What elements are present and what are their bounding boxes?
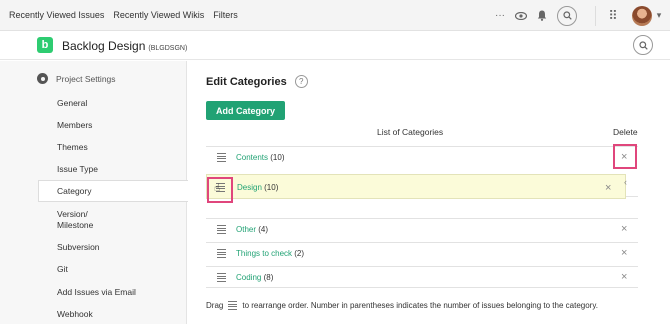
search-icon[interactable]	[557, 5, 577, 26]
category-count: (10)	[270, 153, 285, 162]
drag-handle-icon[interactable]	[217, 225, 226, 234]
sidebar-title: Project Settings	[37, 73, 116, 84]
settings-sidebar: Project Settings General Members Themes …	[0, 61, 188, 324]
sidebar-item-issue-type[interactable]: Issue Type	[57, 164, 98, 175]
hand-cursor-icon: ☝	[214, 183, 221, 194]
sidebar-item-general[interactable]: General	[57, 98, 87, 109]
delete-icon[interactable]: ×	[605, 182, 611, 194]
project-header: b Backlog Design (BLGDSGN)	[0, 31, 670, 60]
footer-text-post: to rearrange order. Number in parenthese…	[242, 301, 598, 310]
header-divider	[595, 5, 596, 26]
category-row: Other (4) ×	[206, 218, 638, 240]
delete-icon[interactable]: ×	[621, 247, 627, 259]
highlight-delete-box	[613, 144, 637, 169]
category-row: Coding (8) ×	[206, 266, 638, 288]
page-title: Edit Categories ?	[206, 75, 308, 88]
sidebar-item-themes[interactable]: Themes	[57, 142, 88, 153]
category-name[interactable]: Other	[236, 225, 256, 234]
delete-icon[interactable]: ×	[621, 223, 627, 235]
column-header-delete: Delete	[613, 127, 638, 137]
delete-icon[interactable]: ×	[621, 271, 627, 283]
sidebar-item-subversion[interactable]: Subversion	[57, 242, 100, 253]
sidebar-item-webhook[interactable]: Webhook	[57, 309, 93, 320]
global-header: Recently Viewed Issues Recently Viewed W…	[0, 0, 670, 31]
category-row: Things to check (2) ×	[206, 242, 638, 264]
sidebar-title-label: Project Settings	[56, 73, 116, 84]
page-title-text: Edit Categories	[206, 75, 287, 88]
sidebar-item-git[interactable]: Git	[57, 264, 68, 275]
sidebar-item-add-issues-via-email[interactable]: Add Issues via Email	[57, 287, 136, 298]
global-nav: Recently Viewed Issues Recently Viewed W…	[9, 10, 238, 20]
project-title: Backlog Design	[62, 39, 146, 53]
project-name[interactable]: Backlog Design (BLGDSGN)	[62, 39, 187, 53]
header-icons: ··· ⠿ ▾	[491, 0, 670, 31]
drop-placeholder-row	[206, 196, 638, 218]
category-name[interactable]: Contents	[236, 153, 268, 162]
apps-icon[interactable]: ⠿	[606, 8, 620, 24]
column-header-categories: List of Categories	[377, 127, 444, 137]
footer-text-pre: Drag	[206, 301, 224, 310]
category-label: Coding (8)	[236, 273, 273, 282]
avatar[interactable]	[632, 5, 652, 26]
bell-icon[interactable]	[533, 10, 551, 21]
sidebar-item-members[interactable]: Members	[57, 120, 92, 131]
dragging-category-row[interactable]: Design (10) ×	[206, 174, 626, 199]
category-count: (8)	[263, 273, 274, 282]
category-row: Contents (10) ×	[206, 146, 638, 168]
drag-handle-icon[interactable]	[217, 249, 226, 258]
drag-handle-icon	[228, 301, 238, 310]
category-label: Contents (10)	[236, 153, 285, 162]
category-label: Things to check (2)	[236, 249, 304, 258]
project-key: (BLGDSGN)	[148, 45, 188, 52]
category-name[interactable]: Things to check	[236, 249, 292, 258]
eye-icon[interactable]	[512, 11, 530, 20]
sidebar-item-version[interactable]: Version/	[57, 209, 88, 220]
drag-handle-icon[interactable]	[217, 273, 226, 282]
add-category-button[interactable]: Add Category	[206, 101, 285, 120]
project-search-icon[interactable]	[633, 35, 653, 55]
gear-icon	[37, 73, 48, 84]
nav-filters[interactable]: Filters	[213, 10, 238, 20]
category-name[interactable]: Coding	[236, 273, 261, 282]
help-icon[interactable]: ?	[294, 75, 308, 88]
category-count: (2)	[294, 249, 305, 258]
category-label: Other (4)	[236, 225, 268, 234]
more-icon[interactable]: ···	[491, 10, 509, 21]
sidebar-item-category[interactable]: Category	[57, 186, 92, 197]
nav-recently-viewed-issues[interactable]: Recently Viewed Issues	[9, 10, 104, 20]
category-count: (4)	[258, 225, 269, 234]
chevron-left-icon: ‹	[624, 177, 627, 187]
project-logo[interactable]: b	[37, 37, 53, 53]
drag-handle-icon[interactable]	[217, 153, 226, 162]
nav-recently-viewed-wikis[interactable]: Recently Viewed Wikis	[113, 10, 204, 20]
chevron-down-icon[interactable]: ▾	[652, 10, 666, 21]
category-name[interactable]: Design	[237, 183, 262, 192]
category-label: Design (10)	[237, 183, 278, 192]
category-count: (10)	[264, 183, 279, 192]
drag-instructions: Drag to rearrange order. Number in paren…	[206, 301, 598, 310]
sidebar-item-milestone[interactable]: Milestone	[57, 220, 93, 231]
